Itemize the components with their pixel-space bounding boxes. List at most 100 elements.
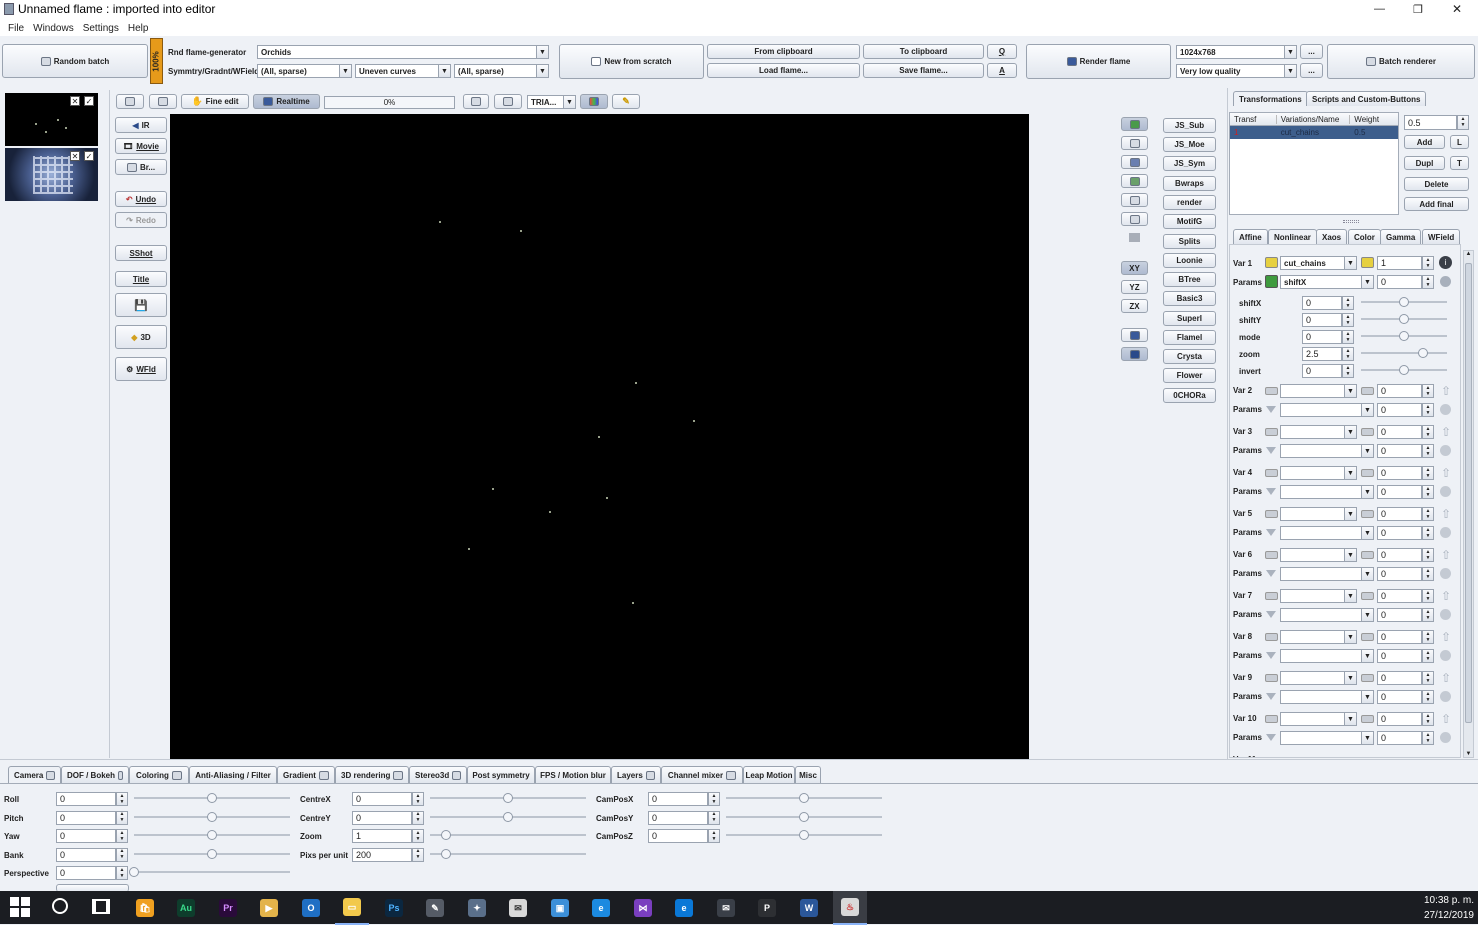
param-value-input-spinner[interactable]: ▲ ▼	[1342, 296, 1354, 310]
flame-preview-canvas[interactable]	[170, 114, 1029, 759]
batch-renderer-button[interactable]: Batch renderer	[1327, 44, 1475, 79]
scrollbar[interactable]: ▲ ▼	[1463, 250, 1474, 758]
var-amount-input[interactable]: 0	[1377, 712, 1422, 726]
menu-settings[interactable]: Settings	[83, 23, 119, 34]
var-select[interactable]: ▼	[1280, 671, 1357, 685]
script-button-0chora[interactable]: 0CHORa	[1163, 388, 1216, 403]
tab-xaos[interactable]: Xaos	[1316, 229, 1348, 244]
var-toggle-icon[interactable]	[1265, 510, 1278, 518]
camera-field-input[interactable]: 0	[56, 829, 116, 843]
tab-misc[interactable]: Misc	[795, 766, 821, 783]
param-value-input[interactable]: 0	[1302, 296, 1342, 310]
view-tool-button-2[interactable]	[1121, 136, 1148, 150]
camera-field-input[interactable]: 0	[56, 847, 116, 862]
camera-field-slider[interactable]	[134, 811, 290, 822]
camera-field-spinner[interactable]: ▲ ▼	[116, 866, 128, 880]
view-tool-button-8[interactable]	[1121, 347, 1148, 361]
params-value-input[interactable]: 0	[1377, 649, 1422, 663]
camera-field-slider[interactable]	[134, 848, 290, 859]
load-flame-button[interactable]: Load flame...	[707, 63, 860, 78]
color-picker-button[interactable]	[580, 94, 608, 109]
store-icon[interactable]: 🛍	[128, 891, 162, 925]
close-button[interactable]: ✕	[1452, 2, 1462, 16]
file-explorer-icon[interactable]: ▭	[335, 891, 369, 925]
var-amount-input-spinner[interactable]: ▲ ▼	[1422, 671, 1434, 685]
guides-toggle-button[interactable]	[494, 94, 522, 109]
wfield-button[interactable]: ⚙ WFld	[115, 357, 167, 381]
script-button-loonie[interactable]: Loonie	[1163, 253, 1216, 268]
col-variations[interactable]: Variations/Name	[1277, 114, 1351, 124]
var-copy-icon[interactable]	[1361, 428, 1374, 436]
settings-icon[interactable]	[1440, 445, 1451, 456]
wfield-select[interactable]: (All, sparse) ▼	[454, 64, 549, 78]
var-amount-input-spinner[interactable]: ▲ ▼	[1422, 425, 1434, 439]
splitter-handle[interactable]	[1343, 220, 1359, 223]
var-select[interactable]: ▼	[1280, 425, 1357, 439]
slider-knob[interactable]	[207, 848, 217, 859]
photoshop-icon[interactable]: Ps	[377, 891, 411, 925]
var-amount-input-spinner[interactable]: ▲ ▼	[1422, 466, 1434, 480]
camera-field-slider[interactable]	[726, 811, 882, 822]
from-clipboard-button[interactable]: From clipboard	[707, 44, 860, 59]
params-select[interactable]: ▼	[1280, 526, 1374, 540]
params-value-input[interactable]: 0	[1377, 275, 1422, 289]
thumbnail-check-icon[interactable]: ✓	[84, 96, 94, 106]
axis-yz-button[interactable]: YZ	[1121, 280, 1148, 294]
params-value-input-spinner[interactable]: ▲ ▼	[1422, 649, 1434, 663]
tab-3d-rendering[interactable]: 3D rendering	[335, 766, 409, 783]
scroll-up-arrow[interactable]: ▲	[1464, 251, 1473, 257]
param-value-input[interactable]: 2.5	[1302, 347, 1342, 361]
camera-field-spinner[interactable]: ▲ ▼	[116, 792, 128, 806]
save-flame-button[interactable]: Save flame...	[863, 63, 984, 78]
var-copy-icon[interactable]	[1361, 592, 1374, 600]
params-select[interactable]: ▼	[1280, 567, 1374, 581]
thumbnail-check-icon[interactable]: ✓	[84, 151, 94, 161]
var-toggle-icon[interactable]	[1265, 387, 1278, 395]
camera-field-spinner[interactable]: ▲ ▼	[412, 792, 424, 806]
var-copy-icon[interactable]	[1361, 715, 1374, 723]
snapshot-button[interactable]: SShot	[115, 245, 167, 261]
var-toggle-icon[interactable]	[1265, 674, 1278, 682]
var-amount-input[interactable]: 0	[1377, 466, 1422, 480]
slider-knob[interactable]	[503, 811, 513, 822]
premiere-icon[interactable]: Pr	[211, 891, 245, 925]
script-button-js-sub[interactable]: JS_Sub	[1163, 118, 1216, 133]
params-toggle-icon[interactable]	[1266, 734, 1276, 741]
var-amount-input[interactable]: 0	[1377, 671, 1422, 685]
scroll-thumb[interactable]	[1465, 263, 1472, 723]
gradient-select[interactable]: Uneven curves ▼	[355, 64, 451, 78]
threed-button[interactable]: ◆ 3D	[115, 325, 167, 349]
script-button-render[interactable]: render	[1163, 195, 1216, 210]
move-up-icon[interactable]: ⇧	[1441, 589, 1451, 603]
params-select[interactable]: ▼	[1280, 403, 1374, 417]
slider-knob[interactable]	[440, 848, 451, 859]
settings-icon[interactable]	[1440, 486, 1451, 497]
move-up-icon[interactable]: ⇧	[1441, 671, 1451, 685]
var-amount-input[interactable]: 0	[1377, 589, 1422, 603]
params-toggle-icon[interactable]	[1266, 652, 1276, 659]
slider-knob[interactable]	[207, 811, 217, 822]
move-up-icon[interactable]: ⇧	[1441, 712, 1451, 726]
var-toggle-icon[interactable]	[1265, 633, 1278, 641]
view-tool-button-4[interactable]	[1121, 174, 1148, 188]
slider-knob[interactable]	[799, 830, 809, 840]
params-select[interactable]: ▼	[1280, 731, 1374, 745]
browser-button[interactable]: Br...	[115, 159, 167, 175]
params-select[interactable]: ▼	[1280, 485, 1374, 499]
tab-gradient[interactable]: Gradient	[277, 766, 335, 783]
axis-xy-button[interactable]: XY	[1121, 261, 1148, 275]
camera-field-slider[interactable]	[430, 830, 586, 840]
move-up-icon[interactable]: ⇧	[1441, 384, 1451, 398]
params-value-input[interactable]: 0	[1377, 731, 1422, 745]
param-slider[interactable]	[1361, 297, 1447, 307]
new-from-scratch-button[interactable]: New from scratch	[559, 44, 704, 79]
param-value-input[interactable]: 0	[1302, 313, 1342, 327]
word-icon[interactable]: W	[792, 891, 826, 925]
link-transform-button[interactable]: L	[1450, 135, 1469, 149]
t-button[interactable]: T	[1450, 156, 1469, 170]
symmetry-select[interactable]: (All, sparse) ▼	[257, 64, 352, 78]
edge-icon[interactable]: e	[667, 891, 701, 925]
var-amount-input[interactable]: 0	[1377, 548, 1422, 562]
weight-spinner[interactable]: ▲ ▼	[1457, 115, 1469, 130]
menu-file[interactable]: File	[8, 23, 24, 34]
